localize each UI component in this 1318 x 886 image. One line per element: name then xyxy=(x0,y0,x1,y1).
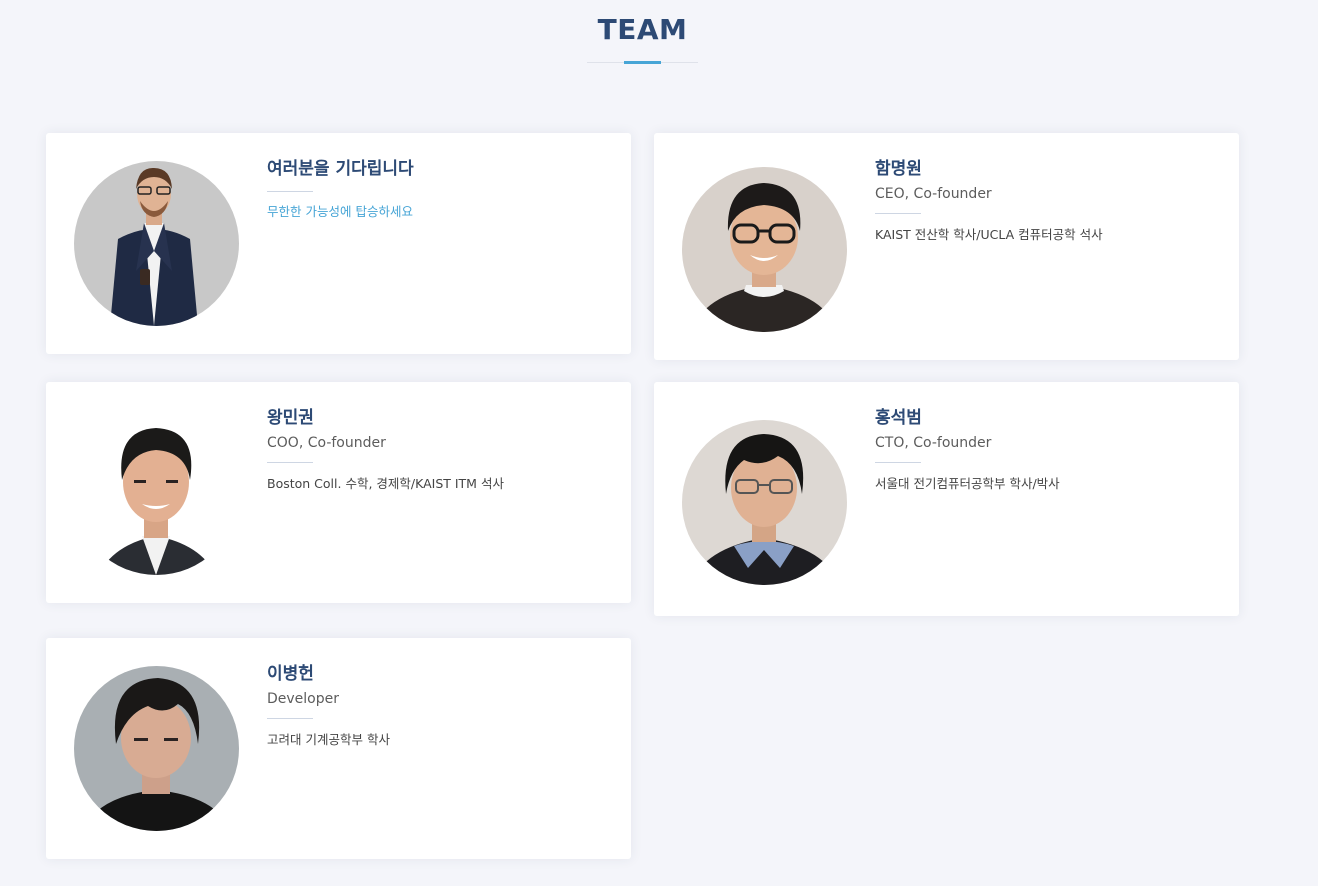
member-description: 고려대 기계공학부 학사 xyxy=(267,732,390,747)
member-photo xyxy=(682,167,847,332)
member-name: 함명원 xyxy=(875,159,922,179)
title-divider xyxy=(587,61,698,64)
member-info: 함명원 CEO, Co-founder KAIST 전산학 학사/UCLA 컴퓨… xyxy=(875,157,1215,244)
member-role: CEO, Co-founder xyxy=(875,186,992,202)
member-divider xyxy=(267,191,313,192)
team-card-ceo: 함명원 CEO, Co-founder KAIST 전산학 학사/UCLA 컴퓨… xyxy=(654,133,1239,360)
member-photo xyxy=(682,420,847,585)
member-photo-placeholder xyxy=(74,161,239,326)
member-description: 서울대 전기컴퓨터공학부 학사/박사 xyxy=(875,476,1060,491)
member-role: COO, Co-founder xyxy=(267,435,386,451)
member-divider xyxy=(267,462,313,463)
member-info: 여러분을 기다립니다 무한한 가능성에 탑승하세요 xyxy=(267,157,607,221)
member-info: 이병헌 Developer 고려대 기계공학부 학사 xyxy=(267,662,607,749)
team-card-coo: 왕민권 COO, Co-founder Boston Coll. 수학, 경제학… xyxy=(46,382,631,603)
team-card-developer: 이병헌 Developer 고려대 기계공학부 학사 xyxy=(46,638,631,859)
member-name: 여러분을 기다립니다 xyxy=(267,159,414,179)
title-divider-accent xyxy=(624,61,661,64)
member-photo xyxy=(74,666,239,831)
team-card-recruiting: 여러분을 기다립니다 무한한 가능성에 탑승하세요 xyxy=(46,133,631,354)
member-name: 홍석범 xyxy=(875,408,922,428)
member-role: CTO, Co-founder xyxy=(875,435,992,451)
member-name: 왕민권 xyxy=(267,408,314,428)
member-description: KAIST 전산학 학사/UCLA 컴퓨터공학 석사 xyxy=(875,227,1103,242)
member-divider xyxy=(875,462,921,463)
member-divider xyxy=(875,213,921,214)
member-divider xyxy=(267,718,313,719)
member-photo xyxy=(74,410,239,575)
member-info: 홍석범 CTO, Co-founder 서울대 전기컴퓨터공학부 학사/박사 xyxy=(875,406,1215,493)
member-info: 왕민권 COO, Co-founder Boston Coll. 수학, 경제학… xyxy=(267,406,607,493)
member-description: 무한한 가능성에 탑승하세요 xyxy=(267,204,413,219)
member-name: 이병헌 xyxy=(267,664,314,684)
section-title: TEAM xyxy=(597,13,688,46)
member-role: Developer xyxy=(267,691,340,707)
team-card-cto: 홍석범 CTO, Co-founder 서울대 전기컴퓨터공학부 학사/박사 xyxy=(654,382,1239,616)
member-description: Boston Coll. 수학, 경제학/KAIST ITM 석사 xyxy=(267,476,504,491)
team-section-header: TEAM xyxy=(0,12,1285,64)
